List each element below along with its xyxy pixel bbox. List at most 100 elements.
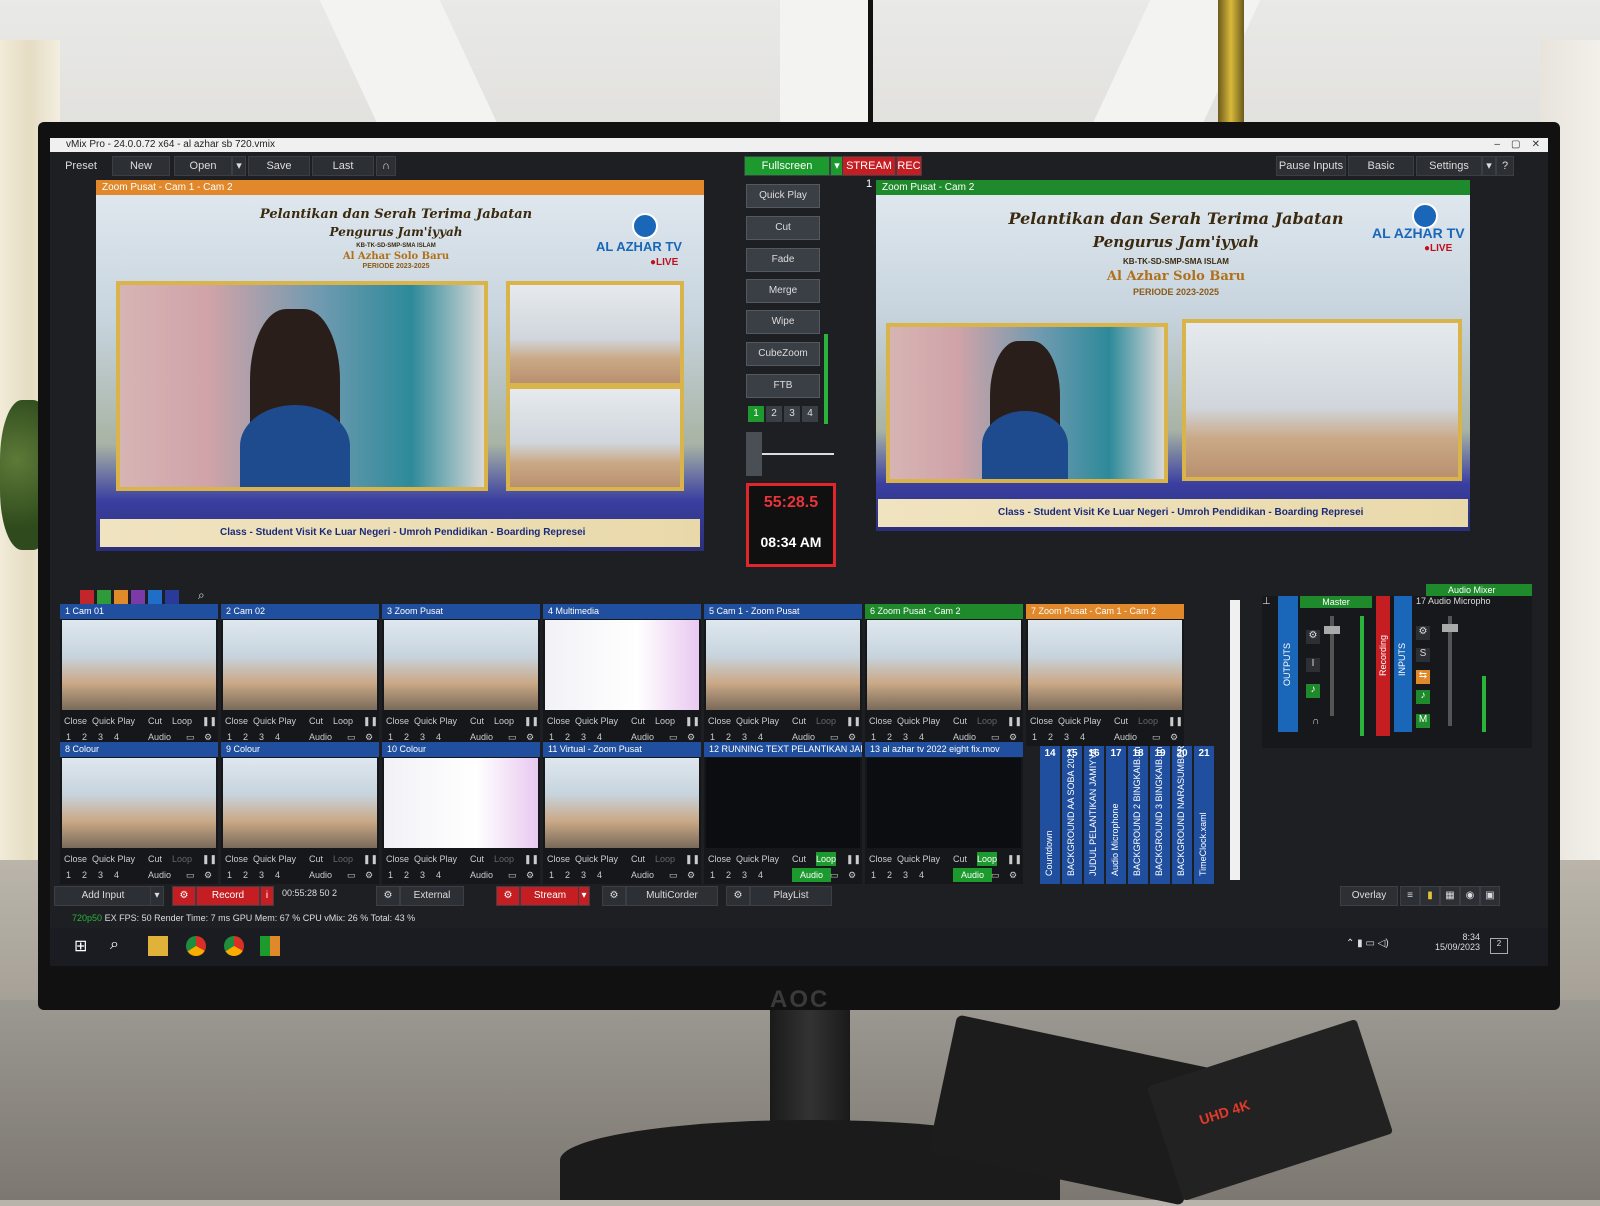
tile-loop-button[interactable]: Loop xyxy=(172,714,192,728)
tile-header[interactable]: 5 Cam 1 - Zoom Pusat xyxy=(704,604,862,619)
tile-header[interactable]: 9 Colour xyxy=(221,742,379,757)
open-dropdown-icon[interactable]: ▾ xyxy=(232,156,246,176)
tile-layer-button[interactable]: 2 xyxy=(726,868,731,882)
tile-layer-button[interactable]: 1 xyxy=(1032,730,1037,744)
tile-layer-button[interactable]: 3 xyxy=(1064,730,1069,744)
tile-layer-button[interactable]: 3 xyxy=(98,868,103,882)
input-tile[interactable]: 12 RUNNING TEXT PELANTIKAN JAM Close Quick… xyxy=(704,742,862,884)
overlay-button[interactable]: Overlay xyxy=(1340,886,1398,906)
quick-play-button[interactable]: Quick Play xyxy=(746,184,820,208)
tile-layer-button[interactable]: 4 xyxy=(597,868,602,882)
tile-header[interactable]: 12 RUNNING TEXT PELANTIKAN JAM xyxy=(704,742,862,757)
record-button[interactable]: Record xyxy=(196,886,260,906)
tile-gear-icon[interactable]: ⚙ xyxy=(687,868,695,882)
tile-audio-button[interactable]: Audio xyxy=(792,868,832,882)
tile-thumbnail[interactable] xyxy=(1028,620,1182,710)
color-swatch[interactable] xyxy=(97,590,111,604)
tile-quick-play-button[interactable]: Quick Play xyxy=(575,852,618,866)
master-gear-icon[interactable]: ⚙ xyxy=(1306,630,1320,644)
external-gear-icon[interactable]: ⚙ xyxy=(376,886,400,906)
minimize-icon[interactable]: – xyxy=(1494,139,1500,150)
monitor-icon[interactable]: ▭ xyxy=(186,868,195,882)
file-explorer-icon[interactable] xyxy=(148,936,168,956)
monitor-icon[interactable]: ▭ xyxy=(508,868,517,882)
tile-pause-button[interactable]: ❚❚ xyxy=(202,714,217,728)
input-tile[interactable]: 2 Cam 02 Close Quick Play Cut Loop ❚❚ 1 2 3 4 Audi… xyxy=(221,604,379,746)
tile-close-button[interactable]: Close xyxy=(708,852,731,866)
tile-audio-button[interactable]: Audio xyxy=(309,868,332,882)
tile-header[interactable]: 7 Zoom Pusat - Cam 1 - Cam 2 xyxy=(1026,604,1184,619)
tile-layer-button[interactable]: 1 xyxy=(227,868,232,882)
tile-quick-play-button[interactable]: Quick Play xyxy=(414,714,457,728)
tile-pause-button[interactable]: ❚❚ xyxy=(685,714,700,728)
tile-gear-icon[interactable]: ⚙ xyxy=(1009,868,1017,882)
tile-pause-button[interactable]: ❚❚ xyxy=(1007,714,1022,728)
record-info-icon[interactable]: i xyxy=(260,886,274,906)
save-button[interactable]: Save xyxy=(248,156,310,176)
tile-gear-icon[interactable]: ⚙ xyxy=(526,868,534,882)
tile-cut-button[interactable]: Cut xyxy=(1114,714,1128,728)
tile-layer-button[interactable]: 4 xyxy=(919,868,924,882)
stream-badge[interactable]: STREAM 1 xyxy=(842,156,896,190)
notification-icon[interactable]: 2 xyxy=(1490,938,1508,954)
tile-close-button[interactable]: Close xyxy=(869,852,892,866)
t-bar-handle[interactable] xyxy=(746,432,762,476)
input-tile[interactable]: 11 Virtual - Zoom Pusat Close Quick Play Cu… xyxy=(543,742,701,884)
tile-loop-button[interactable]: Loop xyxy=(816,852,837,866)
tile-layer-button[interactable]: 1 xyxy=(549,868,554,882)
solo-button[interactable]: S xyxy=(1416,648,1430,662)
tile-layer-button[interactable]: 1 xyxy=(710,868,715,882)
monitor-icon[interactable]: ▭ xyxy=(991,868,1000,882)
tile-header[interactable]: 1 Cam 01 xyxy=(60,604,218,619)
input-tile[interactable]: 3 Zoom Pusat Close Quick Play Cut Loop ❚❚ 1 2 3 4… xyxy=(382,604,540,746)
tile-loop-button[interactable]: Loop xyxy=(655,714,675,728)
tile-thumbnail[interactable] xyxy=(223,620,377,710)
pause-inputs-button[interactable]: Pause Inputs xyxy=(1276,156,1346,176)
tile-pause-button[interactable]: ❚❚ xyxy=(363,714,378,728)
tile-pause-button[interactable]: ❚❚ xyxy=(1168,714,1183,728)
tile-cut-button[interactable]: Cut xyxy=(631,852,645,866)
tile-quick-play-button[interactable]: Quick Play xyxy=(92,714,135,728)
tile-close-button[interactable]: Close xyxy=(225,852,248,866)
headset-icon[interactable]: ∩ xyxy=(376,156,396,176)
input-tile[interactable]: 5 Cam 1 - Zoom Pusat Close Quick Play Cut Lo… xyxy=(704,604,862,746)
tile-header[interactable]: 10 Colour xyxy=(382,742,540,757)
tile-cut-button[interactable]: Cut xyxy=(470,852,484,866)
tile-header[interactable]: 11 Virtual - Zoom Pusat xyxy=(543,742,701,757)
new-button[interactable]: New xyxy=(112,156,170,176)
tile-loop-button[interactable]: Loop xyxy=(494,714,514,728)
tile-cut-button[interactable]: Cut xyxy=(792,852,806,866)
tile-quick-play-button[interactable]: Quick Play xyxy=(253,852,296,866)
input-tile[interactable]: 6 Zoom Pusat - Cam 2 Close Quick Play Cut Lo… xyxy=(865,604,1023,746)
tile-thumbnail[interactable] xyxy=(545,620,699,710)
transition-slot-2[interactable]: 2 xyxy=(766,406,782,422)
playlist-gear-icon[interactable]: ⚙ xyxy=(726,886,750,906)
input-scrollbar[interactable] xyxy=(1230,600,1240,880)
tile-audio-button[interactable]: Audio xyxy=(953,868,993,882)
cubezoom-button[interactable]: CubeZoom xyxy=(746,342,820,366)
tile-header[interactable]: 8 Colour xyxy=(60,742,218,757)
chrome-profile-icon[interactable] xyxy=(224,936,244,956)
list-view-icon[interactable]: ≡ xyxy=(1400,886,1420,906)
tile-thumbnail[interactable] xyxy=(706,758,860,848)
multicorder-gear-icon[interactable]: ⚙ xyxy=(602,886,626,906)
input-tile[interactable]: 9 Colour Close Quick Play Cut Loop ❚❚ 1 2 3 4 Audi… xyxy=(221,742,379,884)
tile-close-button[interactable]: Close xyxy=(225,714,248,728)
tile-quick-play-button[interactable]: Quick Play xyxy=(897,714,940,728)
tile-close-button[interactable]: Close xyxy=(64,852,87,866)
vertical-input-tab[interactable]: 16 JUDUL PELANTIKAN JAMIYYA xyxy=(1084,746,1104,884)
input-tile[interactable]: 1 Cam 01 Close Quick Play Cut Loop ❚❚ 1 2 3 4 Audi… xyxy=(60,604,218,746)
tile-cut-button[interactable]: Cut xyxy=(148,852,162,866)
vertical-input-tab[interactable]: 14 Countdown xyxy=(1040,746,1060,884)
tile-close-button[interactable]: Close xyxy=(547,852,570,866)
color-swatch[interactable] xyxy=(131,590,145,604)
tile-gear-icon[interactable]: ⚙ xyxy=(365,868,373,882)
windows-start-icon[interactable]: ⊞ xyxy=(74,936,94,956)
tile-loop-button[interactable]: Loop xyxy=(977,852,998,866)
tile-layer-button[interactable]: 4 xyxy=(275,868,280,882)
tile-thumbnail[interactable] xyxy=(867,620,1021,710)
help-button[interactable]: ? xyxy=(1496,156,1514,176)
close-icon[interactable]: ✕ xyxy=(1532,139,1540,150)
color-swatch[interactable] xyxy=(80,590,94,604)
tile-loop-button[interactable]: Loop xyxy=(333,852,353,866)
